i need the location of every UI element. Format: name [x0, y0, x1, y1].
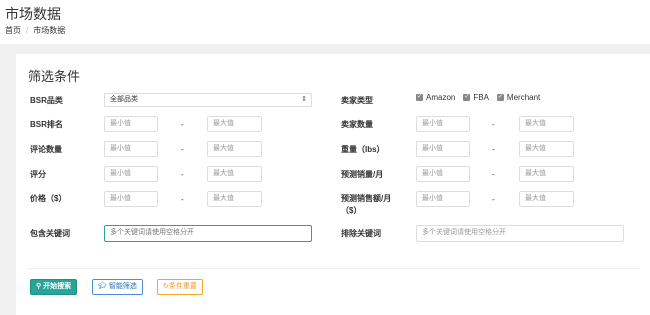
- price-max-input[interactable]: 最大值: [207, 191, 262, 207]
- reset-conditions-button[interactable]: ↻条件重置: [157, 279, 203, 295]
- checkbox-merchant-label: Merchant: [506, 93, 541, 102]
- weight-label: 重量（lbs）: [341, 145, 385, 154]
- filter-panel: 筛选条件 BSR品类 全部品类 ⇕ BSR排名 最小值 - 最大值 评论数量 最…: [16, 54, 650, 315]
- range-separator: -: [492, 195, 495, 204]
- seller-count-label: 卖家数量: [341, 120, 373, 129]
- range-separator: -: [492, 145, 495, 154]
- rating-max-input[interactable]: 最大值: [207, 166, 262, 182]
- reviews-min-input[interactable]: 最小值: [104, 141, 158, 157]
- seller-count-min-input[interactable]: 最小值: [416, 116, 470, 132]
- range-separator: -: [181, 195, 184, 204]
- est-sales-label: 预测销量/月: [341, 170, 384, 179]
- est-revenue-max-input[interactable]: 最大值: [519, 191, 574, 207]
- checkbox-amazon[interactable]: ✓ Amazon: [416, 93, 455, 102]
- bsr-category-select[interactable]: 全部品类 ⇕: [104, 93, 312, 107]
- include-keywords-input[interactable]: 多个关键词请使用空格分开: [104, 225, 312, 242]
- reset-conditions-label: 条件重置: [168, 283, 197, 290]
- checkbox-fba-label: FBA: [473, 93, 489, 102]
- bsr-category-label: BSR品类: [30, 96, 63, 105]
- start-search-label: 开始搜索: [43, 283, 72, 290]
- est-revenue-label-line2: （$）: [341, 206, 362, 215]
- checkbox-amazon-label: Amazon: [426, 93, 456, 102]
- reviews-max-input[interactable]: 最大值: [207, 141, 262, 157]
- reviews-label: 评论数量: [30, 145, 62, 154]
- divider: [28, 268, 638, 269]
- weight-max-input[interactable]: 最大值: [519, 141, 574, 157]
- est-revenue-min-input[interactable]: 最小值: [416, 191, 470, 207]
- breadcrumb-current: 市场数据: [33, 26, 66, 35]
- est-sales-max-input[interactable]: 最大值: [519, 166, 574, 182]
- page-title: 市场数据: [5, 6, 61, 22]
- est-revenue-label-line1: 预测销售额/月: [341, 194, 392, 203]
- rating-min-input[interactable]: 最小值: [104, 166, 158, 182]
- breadcrumb-separator: /: [26, 26, 29, 35]
- rating-label: 评分: [30, 170, 46, 179]
- weight-min-input[interactable]: 最小值: [416, 141, 470, 157]
- bsr-rank-max-input[interactable]: 最大值: [207, 116, 262, 132]
- est-revenue-label: 预测销售额/月 （$）: [341, 193, 391, 217]
- range-separator: -: [492, 170, 495, 179]
- checkbox-checked-icon: ✓: [496, 94, 504, 101]
- smart-filter-button[interactable]: 🎓︎ 智能筛选: [92, 279, 143, 295]
- price-label: 价格（$）: [30, 194, 67, 203]
- bsr-rank-label: BSR排名: [30, 120, 63, 129]
- start-search-button[interactable]: ⚲ 开始搜索: [30, 279, 78, 295]
- checkbox-checked-icon: ✓: [416, 94, 423, 101]
- checkbox-checked-icon: ✓: [463, 94, 471, 101]
- exclude-keywords-label: 排除关键词: [341, 229, 381, 238]
- page-header: 市场数据 首页 / 市场数据: [0, 0, 650, 44]
- filter-panel-title: 筛选条件: [28, 69, 81, 84]
- range-separator: -: [181, 170, 184, 179]
- bsr-rank-min-input[interactable]: 最小值: [104, 116, 158, 132]
- seller-type-checkboxes: ✓ Amazon ✓ FBA ✓ Merchant: [416, 93, 548, 102]
- breadcrumb: 首页 / 市场数据: [5, 25, 65, 36]
- bsr-category-value: 全部品类: [110, 96, 138, 103]
- seller-type-label: 卖家类型: [341, 96, 373, 105]
- price-min-input[interactable]: 最小值: [104, 191, 158, 207]
- smart-filter-label: 智能筛选: [108, 283, 137, 290]
- include-keywords-label: 包含关键词: [30, 229, 70, 238]
- exclude-keywords-input[interactable]: 多个关键词请使用空格分开: [416, 225, 624, 242]
- range-separator: -: [492, 120, 495, 129]
- select-updown-icon: ⇕: [301, 96, 307, 103]
- seller-count-max-input[interactable]: 最大值: [519, 116, 574, 132]
- est-sales-min-input[interactable]: 最小值: [416, 166, 470, 182]
- mortarboard-icon: 🎓︎: [98, 283, 107, 290]
- search-icon: ⚲: [36, 283, 42, 290]
- checkbox-merchant[interactable]: ✓ Merchant: [496, 93, 541, 102]
- checkbox-fba[interactable]: ✓ FBA: [463, 93, 489, 102]
- range-separator: -: [181, 145, 184, 154]
- range-separator: -: [181, 120, 184, 129]
- breadcrumb-home[interactable]: 首页: [5, 26, 21, 35]
